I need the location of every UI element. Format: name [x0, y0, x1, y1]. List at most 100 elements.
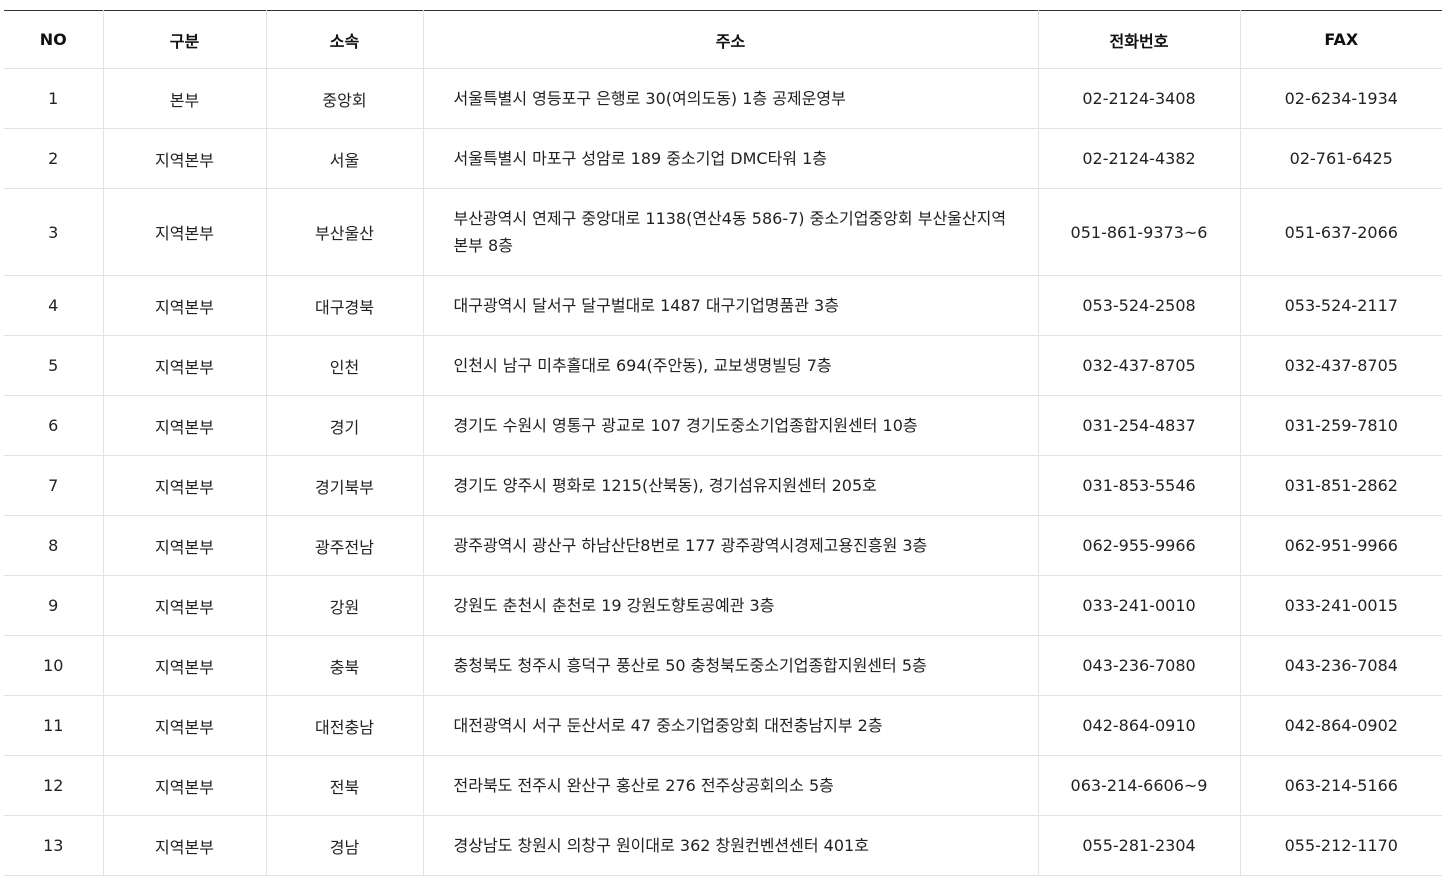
- cell-address: 경상남도 창원시 의창구 원이대로 362 창원컨벤션센터 401호: [423, 815, 1039, 876]
- cell-tel: 02-2124-3408: [1038, 68, 1241, 129]
- cell-address: 서울특별시 영등포구 은행로 30(여의도동) 1층 공제운영부: [423, 68, 1039, 129]
- cell-no: 11: [4, 695, 104, 756]
- cell-org: 서울: [266, 128, 424, 189]
- cell-type: 지역본부: [103, 635, 267, 696]
- cell-org: 경기: [266, 395, 424, 456]
- cell-no: 9: [4, 575, 104, 636]
- cell-org: 대전충남: [266, 695, 424, 756]
- cell-fax: 055-212-1170: [1240, 815, 1442, 876]
- header-type: 구분: [103, 10, 267, 69]
- cell-org: 경기북부: [266, 455, 424, 516]
- table-row: 1 본부 중앙회 서울특별시 영등포구 은행로 30(여의도동) 1층 공제운영부 02…: [4, 68, 1442, 129]
- cell-address: 부산광역시 연제구 중앙대로 1138(연산4동 586-7) 중소기업중앙회 …: [423, 188, 1039, 276]
- header-tel: 전화번호: [1038, 10, 1241, 69]
- cell-tel: 02-2124-4382: [1038, 128, 1241, 189]
- cell-fax: 033-241-0015: [1240, 575, 1442, 636]
- table-row: 5 지역본부 인천 인천시 남구 미추홀대로 694(주안동), 교보생명빌딩 7층 0…: [4, 335, 1442, 396]
- header-fax: FAX: [1240, 10, 1442, 69]
- cell-org: 광주전남: [266, 515, 424, 576]
- cell-fax: 062-951-9966: [1240, 515, 1442, 576]
- branch-contact-table: NO 구분 소속 주소 전화번호 FAX 1 본부 중앙회 서울특별시 영등포구 은행…: [4, 10, 1442, 876]
- cell-tel: 031-254-4837: [1038, 395, 1241, 456]
- cell-tel: 063-214-6606~9: [1038, 755, 1241, 816]
- cell-type: 지역본부: [103, 275, 267, 336]
- cell-type: 지역본부: [103, 335, 267, 396]
- cell-tel: 032-437-8705: [1038, 335, 1241, 396]
- table-row: 2 지역본부 서울 서울특별시 마포구 성암로 189 중소기업 DMC타워 1층 02…: [4, 128, 1442, 189]
- cell-fax: 053-524-2117: [1240, 275, 1442, 336]
- cell-type: 지역본부: [103, 188, 267, 276]
- cell-no: 13: [4, 815, 104, 876]
- cell-org: 전북: [266, 755, 424, 816]
- header-row: NO 구분 소속 주소 전화번호 FAX: [4, 10, 1442, 69]
- cell-fax: 02-6234-1934: [1240, 68, 1442, 129]
- cell-tel: 043-236-7080: [1038, 635, 1241, 696]
- cell-tel: 051-861-9373~6: [1038, 188, 1241, 276]
- table-row: 9 지역본부 강원 강원도 춘천시 춘천로 19 강원도향토공예관 3층 033-241…: [4, 575, 1442, 636]
- cell-fax: 02-761-6425: [1240, 128, 1442, 189]
- table-row: 12 지역본부 전북 전라북도 전주시 완산구 홍산로 276 전주상공회의소 5층 0…: [4, 755, 1442, 816]
- table-row: 13 지역본부 경남 경상남도 창원시 의창구 원이대로 362 창원컨벤션센터 40…: [4, 815, 1442, 876]
- cell-org: 인천: [266, 335, 424, 396]
- cell-type: 지역본부: [103, 815, 267, 876]
- cell-type: 지역본부: [103, 128, 267, 189]
- cell-address: 경기도 양주시 평화로 1215(산북동), 경기섬유지원센터 205호: [423, 455, 1039, 516]
- cell-tel: 033-241-0010: [1038, 575, 1241, 636]
- cell-address: 전라북도 전주시 완산구 홍산로 276 전주상공회의소 5층: [423, 755, 1039, 816]
- table-row: 4 지역본부 대구경북 대구광역시 달서구 달구벌대로 1487 대구기업명품관 3층…: [4, 275, 1442, 336]
- table-body: 1 본부 중앙회 서울특별시 영등포구 은행로 30(여의도동) 1층 공제운영부 02…: [4, 68, 1442, 876]
- cell-no: 8: [4, 515, 104, 576]
- table-row: 6 지역본부 경기 경기도 수원시 영통구 광교로 107 경기도중소기업종합지원센터…: [4, 395, 1442, 456]
- cell-org: 부산울산: [266, 188, 424, 276]
- cell-no: 1: [4, 68, 104, 129]
- cell-type: 지역본부: [103, 395, 267, 456]
- cell-type: 본부: [103, 68, 267, 129]
- branch-contact-table-container: NO 구분 소속 주소 전화번호 FAX 1 본부 중앙회 서울특별시 영등포구 은행…: [4, 10, 1442, 876]
- table-row: 11 지역본부 대전충남 대전광역시 서구 둔산서로 47 중소기업중앙회 대전충남지…: [4, 695, 1442, 756]
- cell-fax: 032-437-8705: [1240, 335, 1442, 396]
- cell-fax: 031-259-7810: [1240, 395, 1442, 456]
- cell-org: 중앙회: [266, 68, 424, 129]
- cell-type: 지역본부: [103, 755, 267, 816]
- cell-fax: 031-851-2862: [1240, 455, 1442, 516]
- header-org: 소속: [266, 10, 424, 69]
- cell-org: 경남: [266, 815, 424, 876]
- cell-tel: 053-524-2508: [1038, 275, 1241, 336]
- cell-no: 5: [4, 335, 104, 396]
- cell-org: 충북: [266, 635, 424, 696]
- cell-fax: 051-637-2066: [1240, 188, 1442, 276]
- cell-no: 12: [4, 755, 104, 816]
- cell-fax: 063-214-5166: [1240, 755, 1442, 816]
- cell-no: 3: [4, 188, 104, 276]
- cell-tel: 062-955-9966: [1038, 515, 1241, 576]
- cell-type: 지역본부: [103, 695, 267, 756]
- cell-fax: 042-864-0902: [1240, 695, 1442, 756]
- cell-type: 지역본부: [103, 515, 267, 576]
- cell-no: 4: [4, 275, 104, 336]
- cell-address: 인천시 남구 미추홀대로 694(주안동), 교보생명빌딩 7층: [423, 335, 1039, 396]
- cell-fax: 043-236-7084: [1240, 635, 1442, 696]
- table-row: 7 지역본부 경기북부 경기도 양주시 평화로 1215(산북동), 경기섬유지원센터…: [4, 455, 1442, 516]
- cell-no: 10: [4, 635, 104, 696]
- cell-address: 대구광역시 달서구 달구벌대로 1487 대구기업명품관 3층: [423, 275, 1039, 336]
- header-no: NO: [4, 10, 104, 69]
- cell-address: 강원도 춘천시 춘천로 19 강원도향토공예관 3층: [423, 575, 1039, 636]
- cell-tel: 042-864-0910: [1038, 695, 1241, 756]
- cell-address: 광주광역시 광산구 하남산단8번로 177 광주광역시경제고용진흥원 3층: [423, 515, 1039, 576]
- cell-org: 대구경북: [266, 275, 424, 336]
- cell-no: 7: [4, 455, 104, 516]
- table-row: 3 지역본부 부산울산 부산광역시 연제구 중앙대로 1138(연산4동 586-7)…: [4, 188, 1442, 276]
- cell-type: 지역본부: [103, 575, 267, 636]
- table-row: 10 지역본부 충북 충청북도 청주시 흥덕구 풍산로 50 충청북도중소기업종합지원…: [4, 635, 1442, 696]
- cell-org: 강원: [266, 575, 424, 636]
- cell-tel: 031-853-5546: [1038, 455, 1241, 516]
- cell-no: 6: [4, 395, 104, 456]
- table-row: 8 지역본부 광주전남 광주광역시 광산구 하남산단8번로 177 광주광역시경제고용…: [4, 515, 1442, 576]
- cell-type: 지역본부: [103, 455, 267, 516]
- cell-address: 경기도 수원시 영통구 광교로 107 경기도중소기업종합지원센터 10층: [423, 395, 1039, 456]
- table-header: NO 구분 소속 주소 전화번호 FAX: [4, 10, 1442, 69]
- cell-address: 서울특별시 마포구 성암로 189 중소기업 DMC타워 1층: [423, 128, 1039, 189]
- cell-no: 2: [4, 128, 104, 189]
- header-address: 주소: [423, 10, 1039, 69]
- cell-address: 대전광역시 서구 둔산서로 47 중소기업중앙회 대전충남지부 2층: [423, 695, 1039, 756]
